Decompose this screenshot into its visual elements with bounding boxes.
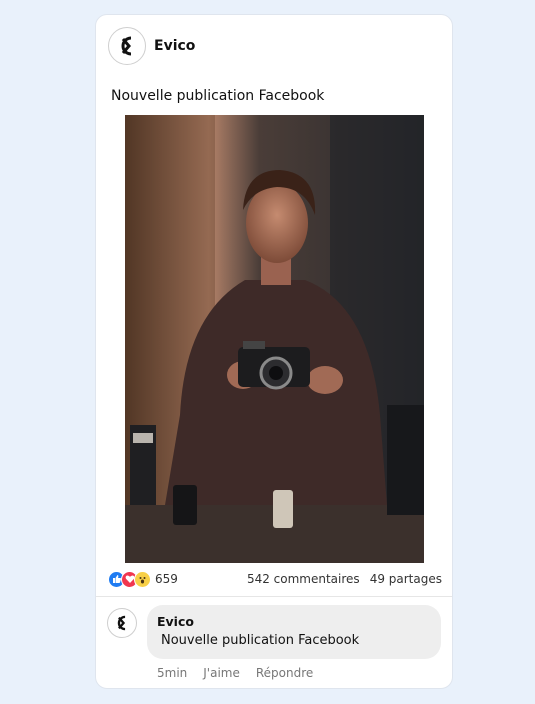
author-name[interactable]: Evico <box>154 38 195 54</box>
divider <box>96 596 452 597</box>
like-button[interactable]: J'aime <box>203 666 240 680</box>
comment-bubble: Evico Nouvelle publication Facebook <box>147 605 441 659</box>
post-header: Evico <box>108 27 195 65</box>
avatar <box>107 608 137 638</box>
comment-text: Nouvelle publication Facebook <box>161 633 360 648</box>
reaction-icons[interactable] <box>108 570 151 588</box>
post-image[interactable] <box>125 115 424 563</box>
avatar[interactable] <box>108 27 146 65</box>
reply-button[interactable]: Répondre <box>256 666 313 680</box>
wow-icon <box>134 570 151 588</box>
evico-logo-icon <box>117 615 126 631</box>
shares-count[interactable]: 49 partages <box>370 572 442 586</box>
reaction-count[interactable]: 659 <box>155 572 178 586</box>
comment-time: 5min <box>157 666 188 680</box>
comment-actions: 5min J'aime Répondre <box>157 666 313 680</box>
comments-count[interactable]: 542 commentaires <box>247 572 360 586</box>
evico-logo-icon <box>121 36 132 56</box>
post-card: Evico Nouvelle publication Facebook 659 … <box>95 14 453 689</box>
post-text: Nouvelle publication Facebook <box>111 88 325 104</box>
comment-avatar[interactable] <box>107 608 137 638</box>
comment-author[interactable]: Evico <box>157 614 431 629</box>
post-stats: 659 542 commentaires 49 partages <box>108 570 442 588</box>
